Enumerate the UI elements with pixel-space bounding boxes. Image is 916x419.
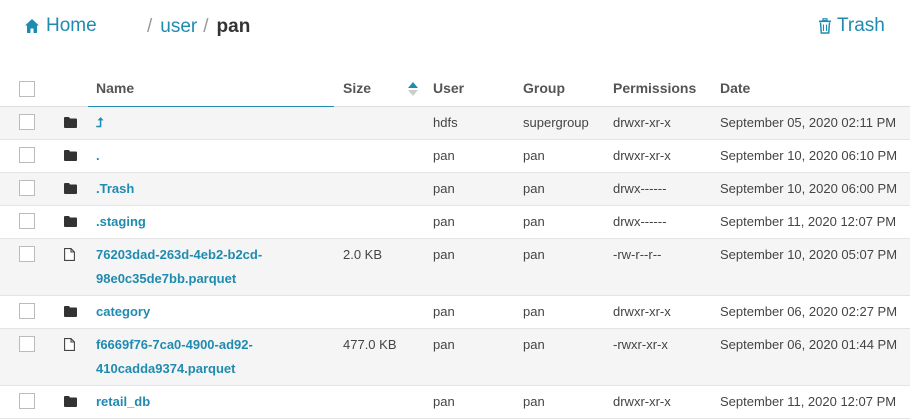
column-header-name[interactable]: Name (88, 70, 418, 108)
permissions-cell: -rw-r--r-- (613, 247, 662, 262)
permissions-cell: -rwxr-xr-x (613, 337, 668, 352)
sort-ascending-icon (408, 82, 418, 96)
file-name-line: 410cadda9374.parquet (96, 361, 236, 376)
folder-name-link[interactable]: . (96, 144, 100, 168)
folder-icon (64, 117, 77, 128)
breadcrumb-current: pan (216, 16, 251, 37)
user-cell: pan (433, 337, 455, 352)
user-cell: pan (433, 394, 455, 409)
group-cell: pan (523, 148, 545, 163)
folder-icon (64, 306, 77, 317)
table-row[interactable]: .Trash pan pan drwx------ September 10, 2020… (0, 173, 910, 206)
folder-name-link[interactable]: .Trash (96, 177, 134, 201)
permissions-cell: drwxr-xr-x (613, 304, 671, 319)
trash-label: Trash (837, 15, 885, 36)
user-cell: pan (433, 214, 455, 229)
row-checkbox[interactable] (19, 393, 35, 409)
select-all-checkbox[interactable] (19, 81, 35, 97)
permissions-cell: drwxr-xr-x (613, 115, 671, 130)
permissions-cell: drwx------ (613, 214, 667, 229)
row-checkbox[interactable] (19, 246, 35, 262)
table-header: Name Size User Group Permissions Date (0, 70, 910, 108)
column-header-user[interactable]: User (433, 80, 464, 96)
date-cell: September 10, 2020 06:00 PM (720, 181, 898, 196)
group-cell: pan (523, 247, 545, 262)
home-icon (25, 19, 39, 33)
user-cell: pan (433, 304, 455, 319)
file-icon (64, 248, 75, 261)
breadcrumb: / user / pan (147, 16, 250, 38)
column-header-group[interactable]: Group (523, 80, 565, 96)
folder-name-link[interactable]: retail_db (96, 390, 150, 414)
trash-link[interactable]: Trash (818, 15, 885, 37)
permissions-cell: drwx------ (613, 181, 667, 196)
group-cell: pan (523, 394, 545, 409)
file-icon (64, 338, 75, 351)
file-name-line: f6669f76-7ca0-4900-ad92- (96, 337, 253, 352)
row-checkbox[interactable] (19, 147, 35, 163)
date-cell: September 11, 2020 12:07 PM (720, 394, 897, 409)
folder-icon (64, 216, 77, 227)
date-cell: September 10, 2020 05:07 PM (720, 247, 898, 262)
column-header-permissions[interactable]: Permissions (613, 80, 696, 96)
file-name-line: 76203dad-263d-4eb2-b2cd- (96, 247, 263, 262)
group-cell: pan (523, 337, 545, 352)
size-cell: 2.0 KB (343, 247, 383, 262)
file-browser-topbar: Home / user / pan Trash (0, 0, 916, 56)
table-row[interactable]: 76203dad-263d-4eb2-b2cd- 98e0c35de7bb.par… (0, 239, 910, 296)
date-cell: September 11, 2020 12:07 PM (720, 214, 897, 229)
folder-icon (64, 150, 77, 161)
table-row[interactable]: f6669f76-7ca0-4900-ad92- 410cadda9374.par… (0, 329, 910, 386)
column-header-date[interactable]: Date (720, 80, 750, 96)
folder-icon (64, 183, 77, 194)
user-cell: pan (433, 148, 455, 163)
user-cell: pan (433, 247, 455, 262)
row-checkbox[interactable] (19, 303, 35, 319)
table-row[interactable]: retail_db pan pan drwxr-xr-x September 11, 2… (0, 386, 910, 419)
date-cell: September 10, 2020 06:10 PM (720, 148, 898, 163)
date-cell: September 05, 2020 02:11 PM (720, 115, 897, 130)
row-checkbox[interactable] (19, 114, 35, 130)
group-cell: pan (523, 181, 545, 196)
table-row[interactable]: . pan pan drwxr-xr-x September 10, 2020 06:1… (0, 140, 910, 173)
row-checkbox[interactable] (19, 336, 35, 352)
folder-icon (64, 396, 77, 407)
table-row[interactable]: ⮥ hdfs supergroup drwxr-xr-x September 05, 2… (0, 107, 910, 140)
date-cell: September 06, 2020 02:27 PM (720, 304, 898, 319)
folder-name-link[interactable]: ⮥ (96, 111, 104, 135)
trash-icon (819, 18, 831, 34)
row-checkbox[interactable] (19, 180, 35, 196)
home-link[interactable]: Home (24, 15, 97, 37)
table-row[interactable]: .staging pan pan drwx------ September 11, 20… (0, 206, 910, 239)
row-checkbox[interactable] (19, 213, 35, 229)
folder-name-link[interactable]: category (96, 300, 150, 324)
breadcrumb-separator: / (203, 16, 209, 37)
file-name-link[interactable]: f6669f76-7ca0-4900-ad92- 410cadda9374.par… (96, 333, 253, 381)
table-row[interactable]: category pan pan drwxr-xr-x September 06, 20… (0, 296, 910, 329)
column-header-name-label: Name (96, 80, 135, 96)
permissions-cell: drwxr-xr-x (613, 148, 671, 163)
breadcrumb-user-link[interactable]: user (160, 16, 197, 38)
breadcrumb-separator: / (147, 16, 153, 37)
file-table: Name Size User Group Permissions Date ⮥ h… (0, 70, 910, 419)
group-cell: pan (523, 304, 545, 319)
folder-name-link[interactable]: .staging (96, 210, 146, 234)
size-cell: 477.0 KB (343, 337, 397, 352)
column-header-size[interactable]: Size (343, 80, 371, 96)
permissions-cell: drwxr-xr-x (613, 394, 671, 409)
group-cell: pan (523, 214, 545, 229)
user-cell: pan (433, 181, 455, 196)
group-cell: supergroup (523, 115, 589, 130)
file-name-link[interactable]: 76203dad-263d-4eb2-b2cd- 98e0c35de7bb.par… (96, 243, 262, 291)
home-label: Home (46, 15, 97, 36)
user-cell: hdfs (433, 115, 458, 130)
table-body: ⮥ hdfs supergroup drwxr-xr-x September 05, 2… (0, 107, 910, 419)
file-name-line: 98e0c35de7bb.parquet (96, 271, 237, 286)
date-cell: September 06, 2020 01:44 PM (720, 337, 898, 352)
